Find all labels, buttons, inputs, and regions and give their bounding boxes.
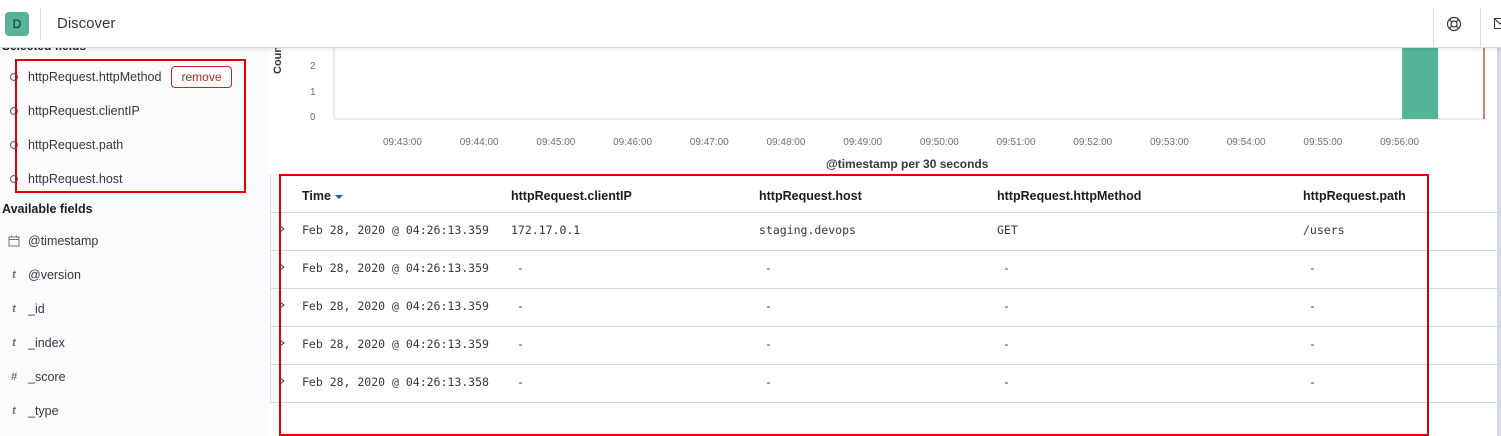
- available-field-item[interactable]: t @version: [0, 263, 268, 287]
- available-field-item[interactable]: t _index: [0, 331, 268, 355]
- field-name: _type: [28, 404, 59, 418]
- header-divider: [40, 8, 41, 40]
- x-tick-label: 09:55:00: [1303, 137, 1343, 148]
- y-tick-label: 0: [310, 112, 316, 123]
- calendar-icon: [8, 235, 20, 247]
- x-axis-label: @timestamp per 30 seconds: [826, 157, 989, 171]
- highlight-annotation-box: [279, 174, 1429, 436]
- x-tick-label: 09:53:00: [1150, 137, 1189, 148]
- x-tick-label: 09:47:00: [689, 137, 729, 148]
- scrollbar-track[interactable]: [1497, 48, 1501, 436]
- field-name: _score: [28, 370, 66, 384]
- help-lifebuoy-icon[interactable]: [1446, 16, 1462, 32]
- available-field-item[interactable]: # _score: [0, 365, 268, 389]
- x-tick-label: 09:56:00: [1380, 137, 1420, 148]
- x-tick-label: 09:50:00: [919, 137, 959, 148]
- field-name: @version: [28, 268, 81, 282]
- mail-icon[interactable]: [1494, 18, 1501, 29]
- x-tick-label: 09:45:00: [536, 137, 576, 148]
- x-tick-label: 09:48:00: [766, 137, 806, 148]
- text-type-icon: t: [12, 303, 16, 315]
- available-field-item[interactable]: @timestamp: [0, 229, 268, 253]
- field-name: _id: [28, 302, 45, 316]
- available-field-item[interactable]: t _type: [0, 399, 268, 423]
- available-field-item[interactable]: t _id: [0, 297, 268, 321]
- number-type-icon: #: [10, 371, 18, 383]
- x-tick-label: 09:51:00: [996, 137, 1036, 148]
- x-tick-label: 09:43:00: [383, 137, 422, 148]
- highlight-annotation-box: [15, 59, 246, 193]
- x-tick-label: 09:44:00: [459, 137, 499, 148]
- header-divider: [1480, 8, 1481, 48]
- available-fields-title: Available fields: [2, 202, 93, 216]
- page-title: Discover: [57, 15, 116, 32]
- space-avatar[interactable]: D: [5, 12, 29, 36]
- histogram-bar: [1402, 48, 1439, 119]
- field-name: @timestamp: [28, 234, 99, 248]
- text-type-icon: t: [12, 269, 16, 281]
- x-tick-label: 09:54:00: [1226, 137, 1266, 148]
- text-type-icon: t: [12, 405, 16, 417]
- histogram-bars: [1402, 48, 1439, 119]
- header-divider: [1433, 8, 1434, 48]
- top-header: D Discover: [0, 0, 1501, 48]
- text-type-icon: t: [12, 337, 16, 349]
- x-tick-label: 09:46:00: [613, 137, 653, 148]
- y-tick-label: 2: [310, 61, 316, 72]
- x-tick-label: 09:49:00: [843, 137, 883, 148]
- y-tick-label: 1: [310, 87, 316, 98]
- x-tick-label: 09:52:00: [1073, 137, 1113, 148]
- field-name: _index: [28, 336, 65, 350]
